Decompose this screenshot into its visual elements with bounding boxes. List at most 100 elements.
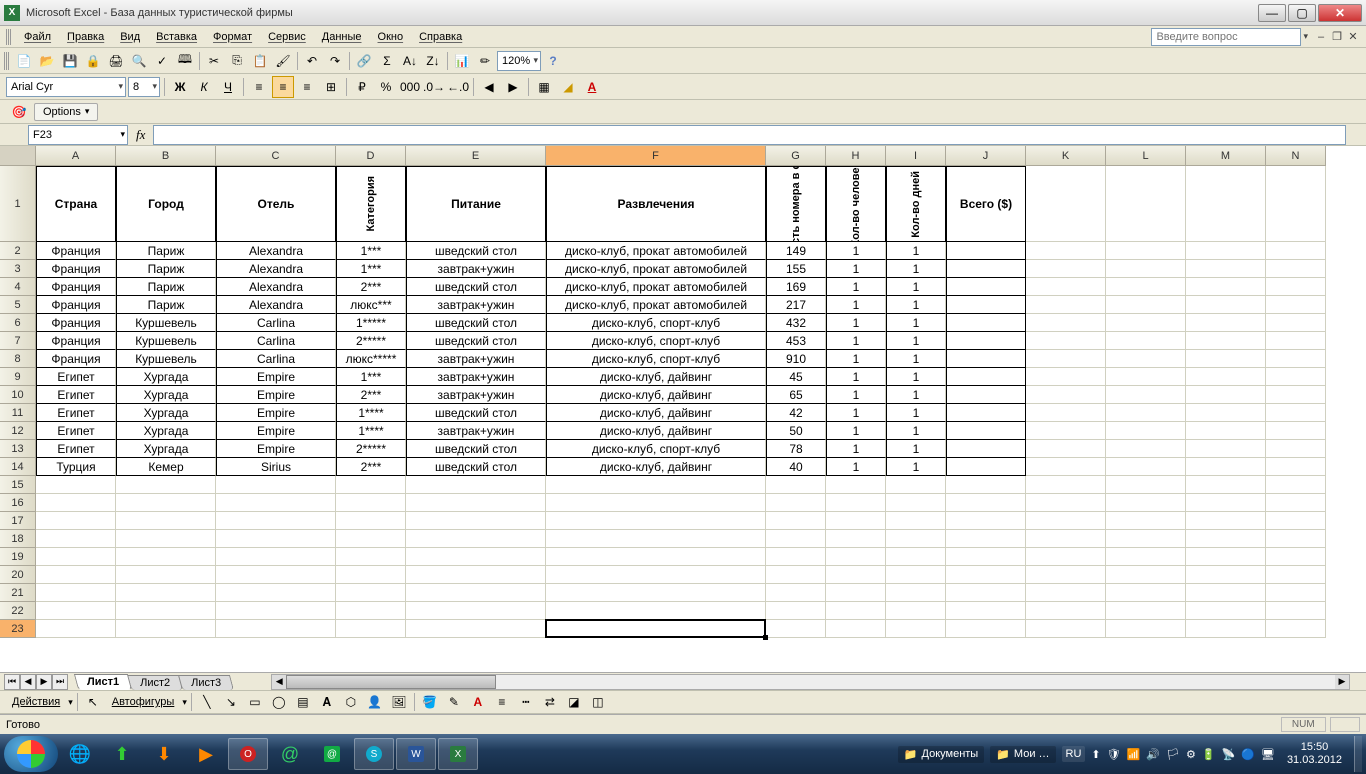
header-cell[interactable]: Страна xyxy=(36,166,116,242)
show-desktop-button[interactable] xyxy=(1354,736,1362,772)
font-color-icon[interactable]: A xyxy=(467,691,489,713)
empty-cell[interactable] xyxy=(1266,620,1326,638)
start-button[interactable] xyxy=(4,736,58,772)
row-header[interactable]: 2 xyxy=(0,242,36,260)
align-left-icon[interactable]: ≡ xyxy=(248,76,270,98)
taskbar-excel-icon[interactable]: X xyxy=(438,738,478,770)
data-cell[interactable] xyxy=(946,440,1026,458)
arrow-icon[interactable]: ↘ xyxy=(220,691,242,713)
minimize-button[interactable]: — xyxy=(1258,4,1286,22)
data-cell[interactable] xyxy=(1186,368,1266,386)
empty-cell[interactable] xyxy=(216,512,336,530)
empty-cell[interactable] xyxy=(946,566,1026,584)
row-header[interactable]: 10 xyxy=(0,386,36,404)
actions-menu[interactable]: Действия xyxy=(6,694,66,710)
tray-icon[interactable]: 🔋 xyxy=(1202,748,1216,761)
header-cell[interactable]: Категория xyxy=(336,166,406,242)
data-cell[interactable]: 453 xyxy=(766,332,826,350)
empty-cell[interactable] xyxy=(1266,530,1326,548)
data-cell[interactable] xyxy=(1266,440,1326,458)
empty-cell[interactable] xyxy=(766,602,826,620)
font-name-combo[interactable]: Arial Cyr xyxy=(6,77,126,97)
data-cell[interactable]: 1 xyxy=(886,368,946,386)
row-header[interactable]: 19 xyxy=(0,548,36,566)
data-cell[interactable] xyxy=(946,350,1026,368)
empty-cell[interactable] xyxy=(826,530,886,548)
data-cell[interactable]: диско-клуб, прокат автомобилей xyxy=(546,296,766,314)
data-cell[interactable]: 1***** xyxy=(336,314,406,332)
picture-icon[interactable]: 🖼 xyxy=(388,691,410,713)
data-cell[interactable]: Empire xyxy=(216,368,336,386)
column-header-N[interactable]: N xyxy=(1266,146,1326,166)
row-header[interactable]: 4 xyxy=(0,278,36,296)
wordart-icon[interactable]: 𝐀 xyxy=(316,691,338,713)
currency-icon[interactable]: ₽ xyxy=(351,76,373,98)
empty-cell[interactable] xyxy=(946,548,1026,566)
empty-cell[interactable] xyxy=(886,512,946,530)
data-cell[interactable]: диско-клуб, спорт-клуб xyxy=(546,314,766,332)
empty-cell[interactable] xyxy=(116,494,216,512)
data-cell[interactable]: 1 xyxy=(886,386,946,404)
options-button[interactable]: Options ▾ xyxy=(34,103,98,121)
paste-icon[interactable]: 📋 xyxy=(249,50,271,72)
data-cell[interactable]: диско-клуб, дайвинг xyxy=(546,422,766,440)
drawing-icon[interactable]: ✏ xyxy=(474,50,496,72)
data-cell[interactable]: 1 xyxy=(826,296,886,314)
data-cell[interactable]: 1**** xyxy=(336,422,406,440)
data-cell[interactable]: 1 xyxy=(826,332,886,350)
empty-cell[interactable] xyxy=(766,494,826,512)
header-cell[interactable] xyxy=(1026,166,1106,242)
header-cell[interactable] xyxy=(1186,166,1266,242)
empty-cell[interactable] xyxy=(116,620,216,638)
data-cell[interactable]: Carlina xyxy=(216,314,336,332)
data-cell[interactable]: Париж xyxy=(116,278,216,296)
empty-cell[interactable] xyxy=(826,620,886,638)
empty-cell[interactable] xyxy=(1106,494,1186,512)
3d-icon[interactable]: ◫ xyxy=(587,691,609,713)
data-cell[interactable] xyxy=(946,368,1026,386)
clipart-icon[interactable]: 👤 xyxy=(364,691,386,713)
empty-cell[interactable] xyxy=(886,602,946,620)
empty-cell[interactable] xyxy=(826,548,886,566)
empty-cell[interactable] xyxy=(766,584,826,602)
data-cell[interactable]: Франция xyxy=(36,350,116,368)
tray-action-icon[interactable]: 🏳 xyxy=(1166,748,1180,761)
data-cell[interactable]: 1 xyxy=(886,332,946,350)
empty-cell[interactable] xyxy=(36,476,116,494)
empty-cell[interactable] xyxy=(886,548,946,566)
row-header[interactable]: 6 xyxy=(0,314,36,332)
data-cell[interactable]: 432 xyxy=(766,314,826,332)
data-cell[interactable]: 1 xyxy=(886,440,946,458)
empty-cell[interactable] xyxy=(1026,548,1106,566)
row-header[interactable]: 8 xyxy=(0,350,36,368)
taskbar-utorrent-icon[interactable]: ⬆ xyxy=(102,738,142,770)
data-cell[interactable]: Египет xyxy=(36,404,116,422)
data-cell[interactable] xyxy=(1106,296,1186,314)
data-cell[interactable]: 1 xyxy=(886,404,946,422)
tab-nav-next-icon[interactable]: ▶ xyxy=(36,674,52,690)
menu-help[interactable]: Справка xyxy=(411,29,470,45)
fill-color-icon[interactable]: 🪣 xyxy=(419,691,441,713)
data-cell[interactable]: Sirius xyxy=(216,458,336,476)
data-cell[interactable]: 1*** xyxy=(336,260,406,278)
decrease-decimal-icon[interactable]: ←.0 xyxy=(447,76,469,98)
data-cell[interactable]: завтрак+ужин xyxy=(406,386,546,404)
empty-cell[interactable] xyxy=(1186,476,1266,494)
data-cell[interactable] xyxy=(1266,314,1326,332)
menu-insert[interactable]: Вставка xyxy=(148,29,205,45)
empty-cell[interactable] xyxy=(406,494,546,512)
align-right-icon[interactable]: ≡ xyxy=(296,76,318,98)
data-cell[interactable]: шведский стол xyxy=(406,278,546,296)
empty-cell[interactable] xyxy=(336,602,406,620)
help-icon[interactable]: ? xyxy=(542,50,564,72)
empty-cell[interactable] xyxy=(886,494,946,512)
row-header[interactable]: 3 xyxy=(0,260,36,278)
empty-cell[interactable] xyxy=(406,548,546,566)
row-header[interactable]: 15 xyxy=(0,476,36,494)
empty-cell[interactable] xyxy=(886,476,946,494)
taskbar-documents[interactable]: 📁Документы xyxy=(898,746,984,763)
empty-cell[interactable] xyxy=(1186,530,1266,548)
data-cell[interactable] xyxy=(1186,242,1266,260)
data-cell[interactable]: завтрак+ужин xyxy=(406,296,546,314)
empty-cell[interactable] xyxy=(546,476,766,494)
